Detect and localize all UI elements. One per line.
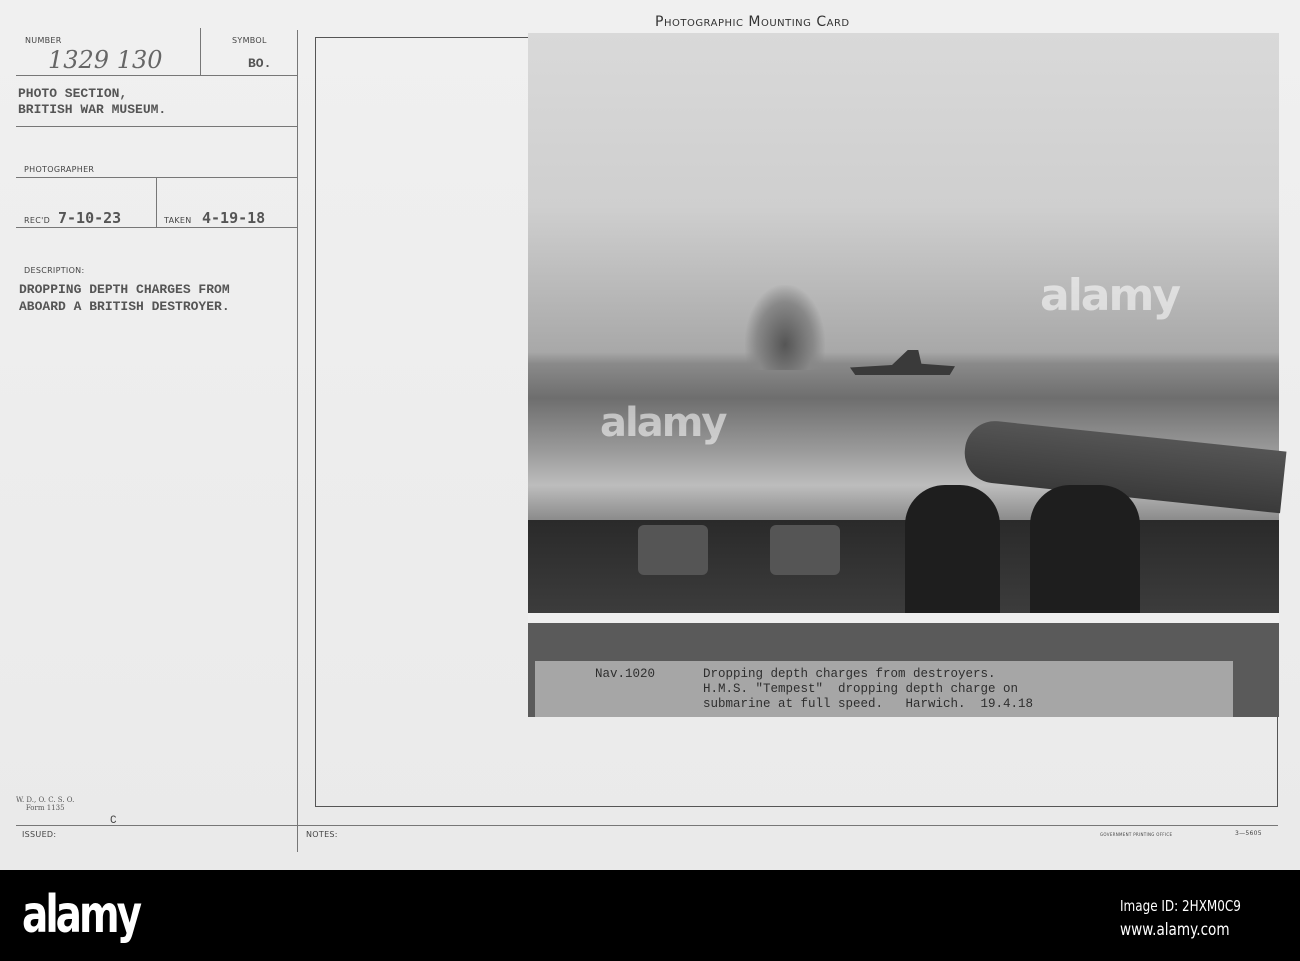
notes-label: NOTES: [306,830,338,839]
photo-caption: Nav.1020 Dropping depth charges from des… [535,661,1233,717]
section-line2: BRITISH WAR MUSEUM. [18,102,167,117]
depth-charge-drum [638,525,708,575]
divider [156,177,157,227]
sailor [1030,485,1140,613]
number-value: 1329 130 [48,46,163,74]
symbol-label: SYMBOL [232,36,267,45]
alamy-logo: alamy [22,885,142,945]
issued-label: ISSUED: [22,830,57,839]
number-label: NUMBER [25,36,62,45]
taken-label: TAKEN [164,216,192,225]
form-number: W. D., O. C. S. O. Form 1135 [16,796,74,812]
sailor [905,485,1000,613]
symbol-value: BO. [248,56,272,71]
taken-value: 4-19-18 [202,209,266,227]
alamy-url[interactable]: www.alamy.com [1120,920,1230,940]
description-line2: ABOARD A BRITISH DESTROYER. [19,299,230,314]
divider [16,126,298,127]
divider [16,825,1278,826]
recd-value: 7-10-23 [58,209,122,227]
issued-value: C [110,815,117,827]
photographer-label: PHOTOGRAPHER [24,165,95,174]
section-line1: PHOTO SECTION, [18,86,128,101]
watermark-logo: alamy [600,400,727,446]
caption-line2: H.M.S. "Tempest" dropping depth charge o… [703,682,1019,696]
depth-charge-drum [770,525,840,575]
recd-label: REC'D [24,216,51,225]
form-line1: W. D., O. C. S. O. [16,796,75,804]
divider [16,177,298,178]
image-id: Image ID: 2HXM0C9 [1120,897,1241,915]
description-line1: DROPPING DEPTH CHARGES FROM [19,282,230,297]
divider [16,227,298,228]
watermark-logo: alamy [1040,270,1181,321]
description-label: DESCRIPTION: [24,266,85,275]
depth-charge-splash [745,285,825,370]
printer-label: GOVERNMENT PRINTING OFFICE [1100,832,1173,837]
card-title: Photographic Mounting Card [655,14,850,30]
form-line2: Form 1135 [25,804,65,812]
caption-line3: submarine at full speed. Harwich. 19.4.1… [703,697,1034,711]
caption-ref: Nav.1020 [595,667,656,681]
printer-code: 3—5605 [1235,830,1262,837]
caption-line1: Dropping depth charges from destroyers. [703,667,996,681]
divider [297,30,298,852]
divider [200,28,201,75]
divider [16,75,298,76]
